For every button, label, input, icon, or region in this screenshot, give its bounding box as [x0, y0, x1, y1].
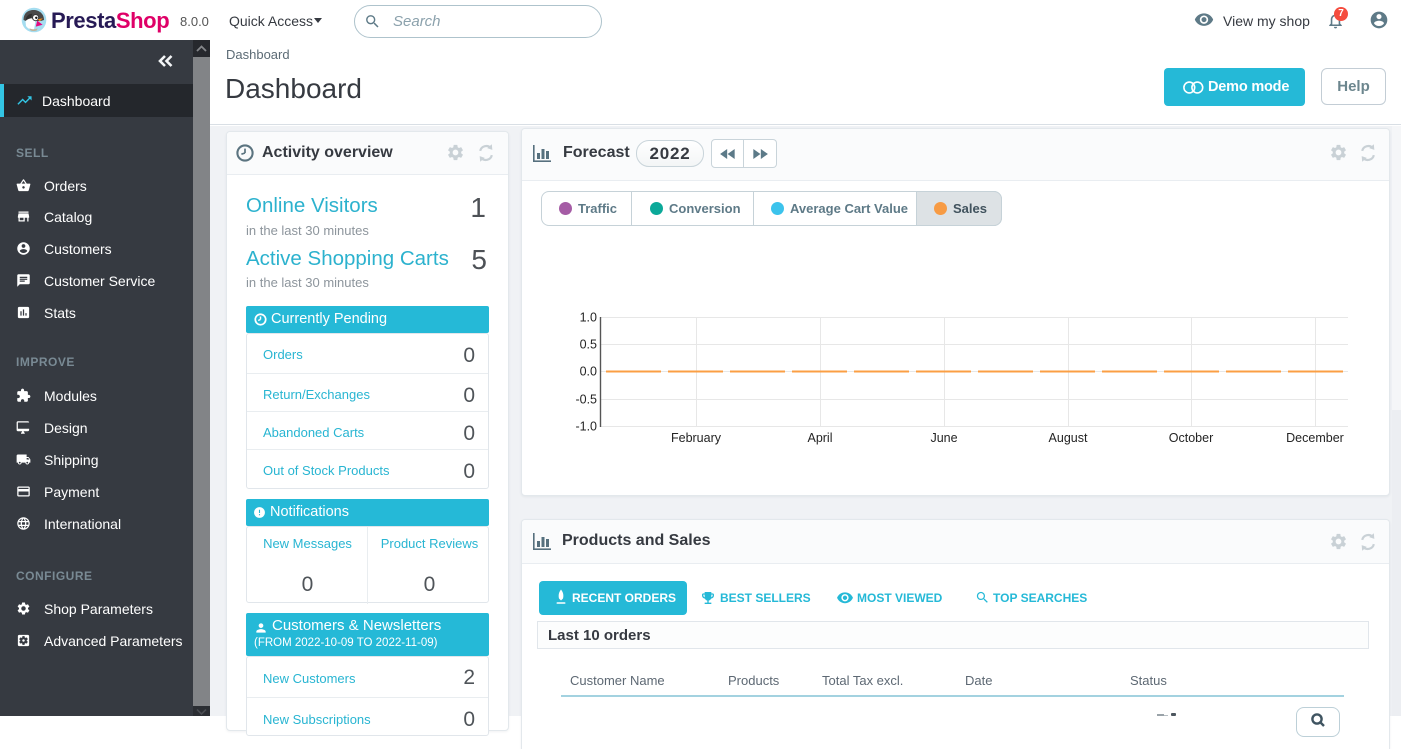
svg-text:October: October: [1169, 431, 1213, 445]
svg-text:December: December: [1286, 431, 1344, 445]
svg-text:April: April: [807, 431, 832, 445]
svg-text:-1.0: -1.0: [575, 420, 597, 434]
svg-text:0.0: 0.0: [580, 365, 597, 379]
svg-text:0.5: 0.5: [580, 338, 597, 352]
svg-text:February: February: [671, 431, 722, 445]
svg-text:August: August: [1049, 431, 1088, 445]
svg-text:1.0: 1.0: [580, 311, 597, 325]
svg-text:June: June: [930, 431, 957, 445]
svg-text:-0.5: -0.5: [575, 393, 597, 407]
